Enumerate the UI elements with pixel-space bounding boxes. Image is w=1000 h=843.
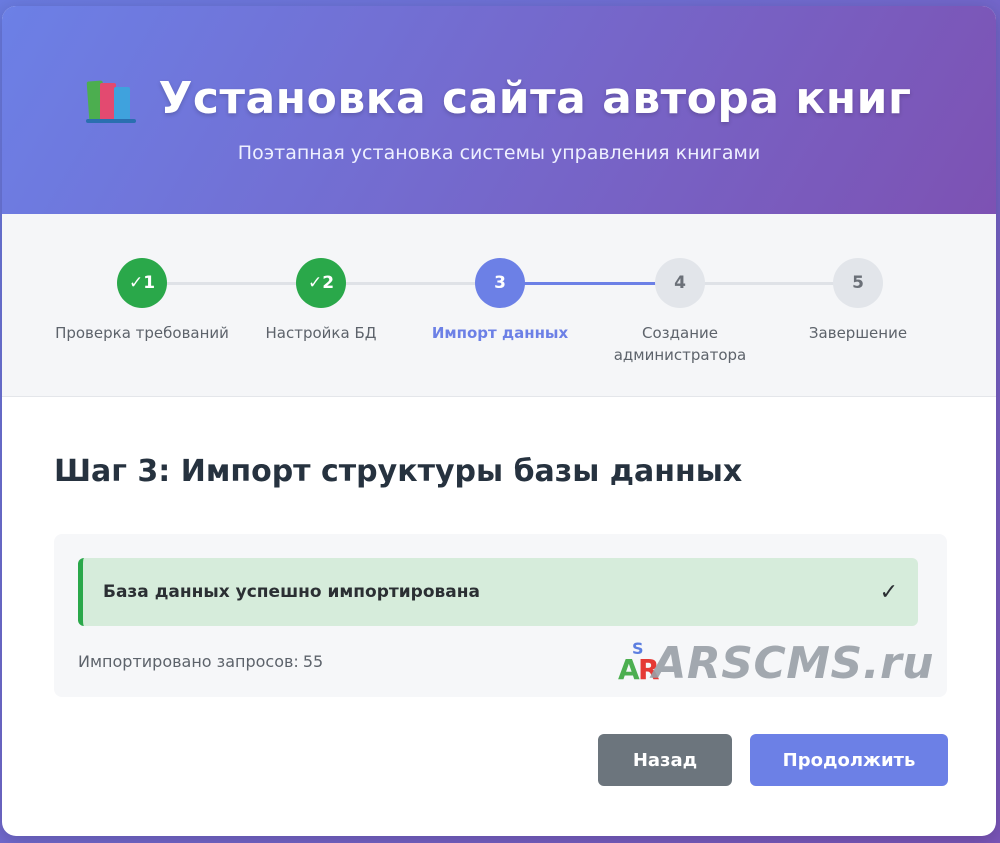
step-label: Завершение [808, 324, 908, 342]
step-badge: 3 [475, 258, 525, 308]
watermark-logo-icon: S A R [618, 639, 660, 686]
import-result-panel: База данных успешно импортирована ✓ Импо… [54, 534, 947, 697]
watermark-text: ARSCMS.ru [652, 637, 934, 689]
step-2: ✓2 Настройка БД [221, 258, 421, 344]
step-3: 3 Импорт данных [400, 258, 600, 344]
step-1: ✓1 Проверка требований [42, 258, 242, 344]
step-badge: 5 [833, 258, 883, 308]
back-button[interactable]: Назад [598, 734, 732, 786]
success-alert: База данных успешно импортирована ✓ [78, 558, 918, 626]
step-heading: Шаг 3: Импорт структуры базы данных [54, 454, 743, 489]
page-subtitle: Поэтапная установка системы управления к… [237, 142, 761, 164]
stepper: ✓1 Проверка требований ✓2 Настройка БД 3… [2, 214, 996, 397]
imported-count: 55 [302, 652, 324, 671]
imported-label: Импортировано запросов: [78, 652, 299, 671]
step-badge: 4 [655, 258, 705, 308]
step-label: Импорт данных [431, 324, 569, 342]
continue-button[interactable]: Продолжить [750, 734, 948, 786]
step-5: 5 Завершение [758, 258, 958, 344]
step-label: Создание администратора [613, 324, 747, 364]
step-badge: ✓2 [296, 258, 346, 308]
watermark: S A R ARSCMS.ru [614, 637, 934, 689]
step-label: Проверка требований [55, 324, 229, 342]
title-row: Установка сайта автора книг [2, 66, 996, 130]
books-icon [86, 73, 140, 123]
step-4: 4 Создание администратора [580, 258, 780, 366]
success-message: База данных успешно импортирована [103, 582, 480, 602]
installer-card: Установка сайта автора книг Поэтапная ус… [2, 6, 996, 836]
check-icon: ✓ [879, 579, 898, 605]
step-badge: ✓1 [117, 258, 167, 308]
imported-queries: Импортировано запросов: 55 [78, 652, 323, 671]
header: Установка сайта автора книг Поэтапная ус… [2, 6, 996, 214]
step-label: Настройка БД [265, 324, 377, 342]
page-title: Установка сайта автора книг [158, 72, 912, 124]
